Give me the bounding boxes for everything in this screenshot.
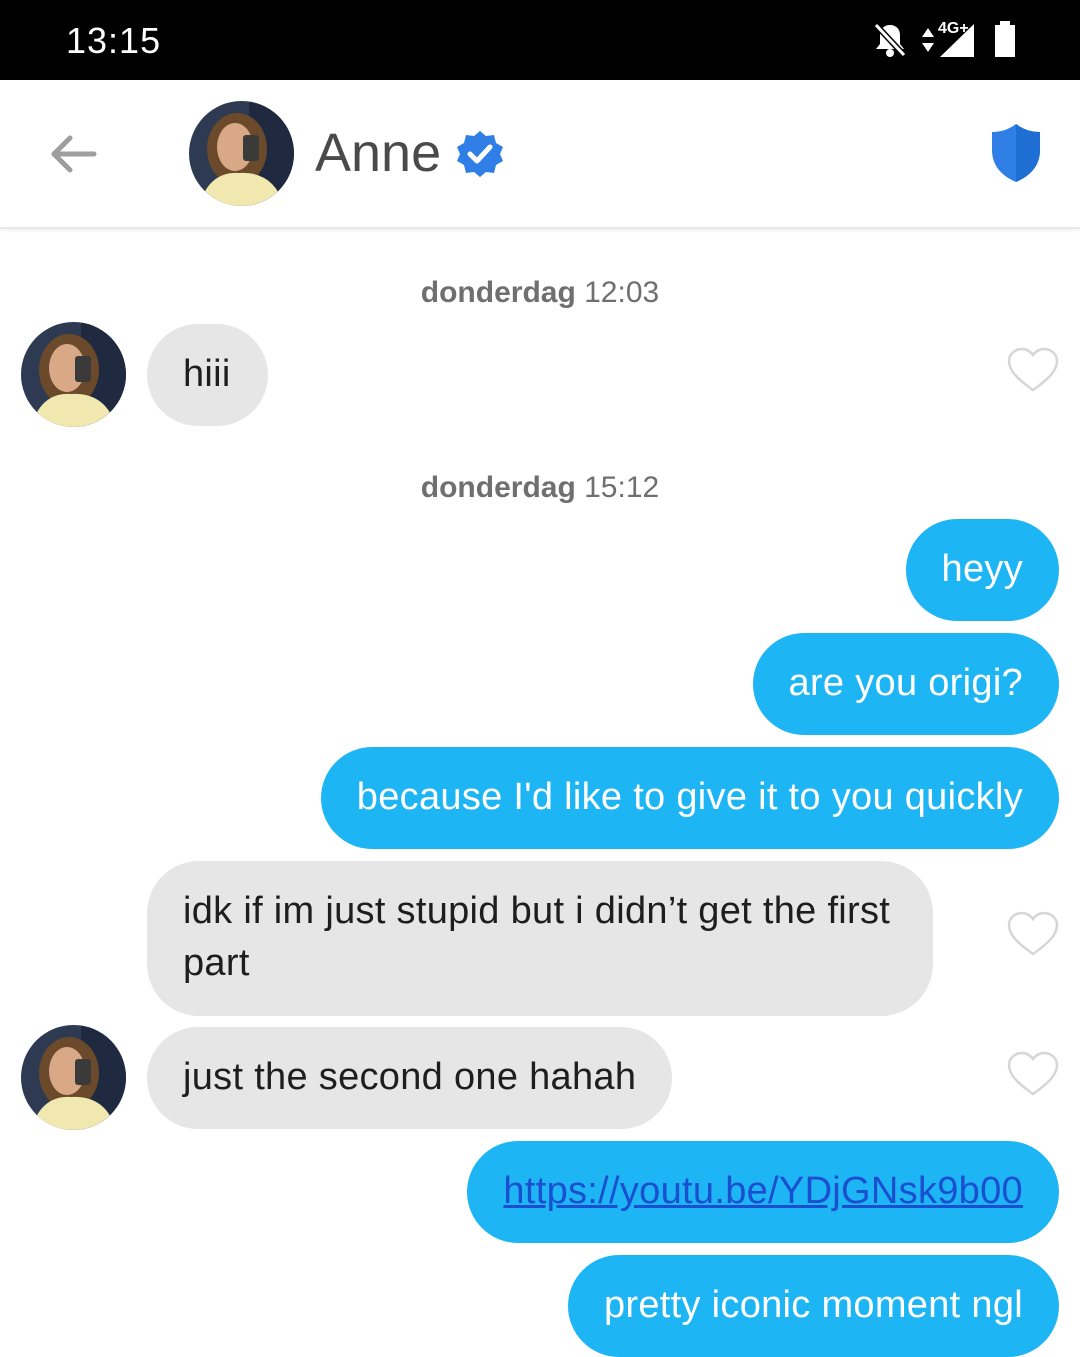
message-outgoing[interactable]: are you origi? bbox=[752, 633, 1059, 735]
message-outgoing[interactable]: because I'd like to give it to you quick… bbox=[320, 747, 1059, 849]
timestamp-time: 12:03 bbox=[584, 276, 660, 309]
contact-avatar[interactable] bbox=[21, 1025, 126, 1130]
contact-avatar[interactable] bbox=[21, 322, 126, 427]
message-outgoing[interactable]: heyy bbox=[905, 519, 1059, 621]
bell-off-icon bbox=[873, 22, 907, 58]
timestamp-time: 15:12 bbox=[584, 471, 660, 504]
timestamp: donderdag 15:12 bbox=[0, 471, 1080, 505]
back-arrow-icon[interactable] bbox=[46, 126, 102, 182]
status-bar: 13:15 4G+ bbox=[0, 0, 1080, 80]
message-incoming[interactable]: idk if im just stupid but i didn’t get t… bbox=[147, 861, 933, 1016]
message-link[interactable]: https://youtu.be/YDjGNsk9b00 bbox=[503, 1170, 1023, 1212]
verified-badge-icon bbox=[457, 131, 503, 177]
chat-header: Anne bbox=[0, 80, 1080, 229]
status-time: 13:15 bbox=[66, 20, 162, 61]
battery-icon bbox=[995, 21, 1015, 57]
contact-avatar[interactable] bbox=[189, 101, 294, 206]
heart-icon[interactable] bbox=[1006, 346, 1060, 394]
message-incoming[interactable]: just the second one hahah bbox=[147, 1027, 673, 1129]
shield-icon[interactable] bbox=[990, 122, 1042, 184]
data-arrows-icon bbox=[922, 28, 934, 52]
timestamp-day: donderdag bbox=[420, 276, 576, 309]
heart-icon[interactable] bbox=[1006, 910, 1060, 958]
timestamp: donderdag 12:03 bbox=[0, 276, 1080, 310]
contact-name[interactable]: Anne bbox=[315, 122, 441, 184]
timestamp-day: donderdag bbox=[420, 471, 576, 504]
message-outgoing-link: https://youtu.be/YDjGNsk9b00 bbox=[467, 1141, 1059, 1243]
heart-icon[interactable] bbox=[1006, 1050, 1060, 1098]
message-incoming[interactable]: hiii bbox=[147, 324, 268, 426]
signal-icon bbox=[940, 24, 974, 57]
